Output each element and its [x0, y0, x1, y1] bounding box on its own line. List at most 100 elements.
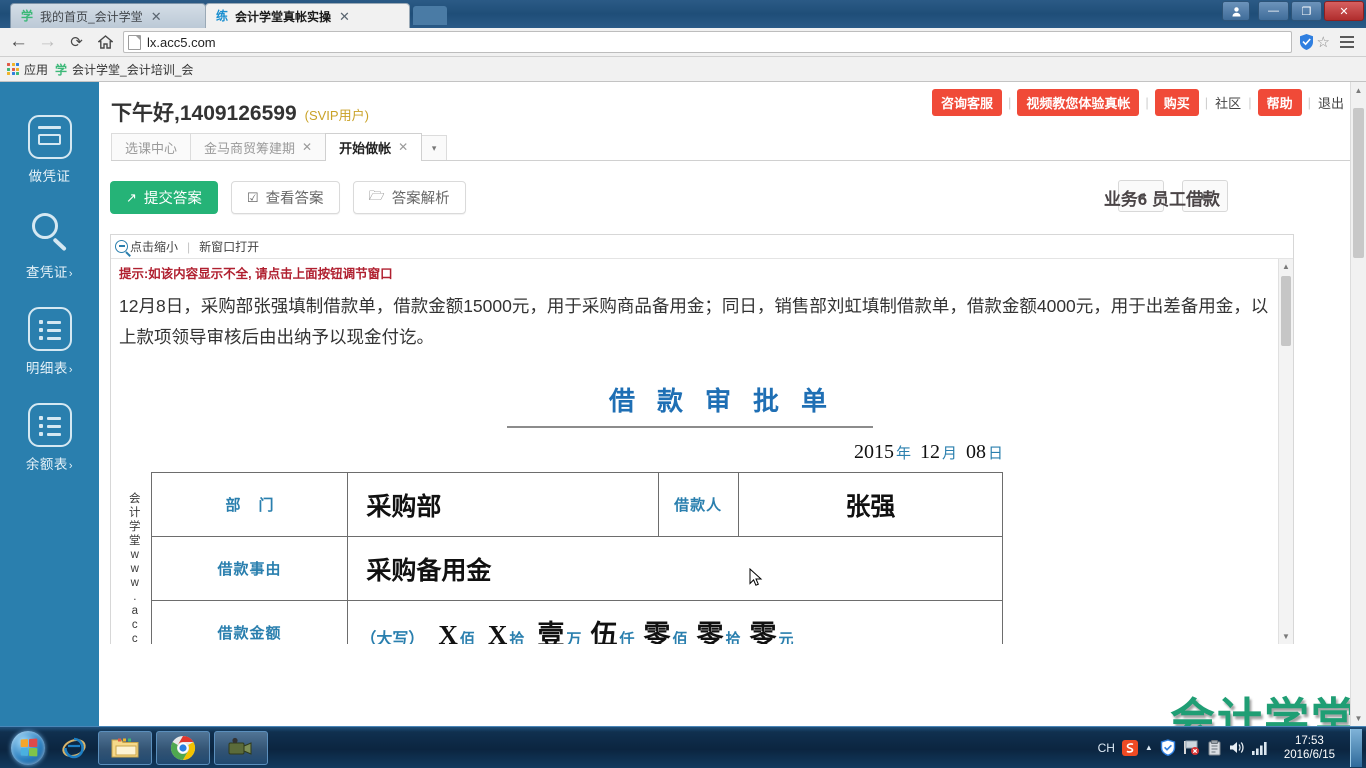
- capital-unit: 拾: [509, 632, 525, 644]
- borrower-label: 借款人: [657, 472, 739, 537]
- capital-digit: 零: [696, 620, 724, 644]
- folder-icon: 🗁: [368, 187, 385, 203]
- scroll-up-icon[interactable]: ▲: [1279, 259, 1293, 274]
- system-tray: CH ▲ 17:53 2016/6/15: [1098, 728, 1366, 767]
- tab-jinma-company[interactable]: 金马商贸筹建期 ✕: [190, 133, 327, 160]
- browser-tab-2[interactable]: 练 会计学堂真帐实操 ✕: [205, 3, 410, 28]
- nav-separator: |: [1248, 95, 1252, 110]
- capital-digit: 伍: [590, 620, 618, 644]
- submit-answer-button[interactable]: ↗ 提交答案: [110, 181, 218, 214]
- profile-icon[interactable]: [1222, 1, 1250, 21]
- bookmarks-apps-label[interactable]: 应用: [24, 61, 48, 78]
- button-label: 提交答案: [143, 191, 202, 207]
- forward-icon[interactable]: →: [33, 28, 62, 57]
- tab-favicon-icon: 学: [20, 9, 33, 23]
- external-link-icon: ↗: [126, 189, 137, 205]
- borrower-value: 张强: [737, 472, 1004, 537]
- reload-icon[interactable]: ⟳: [62, 28, 91, 57]
- network-icon[interactable]: [1183, 740, 1200, 755]
- frame-scrollbar[interactable]: ▲ ▼: [1278, 259, 1293, 644]
- window-controls: — ❐ ✕: [1222, 1, 1364, 21]
- address-bar[interactable]: lx.acc5.com: [123, 31, 1292, 53]
- sidebar-item-label: 做凭证: [28, 169, 71, 184]
- screen: 学 我的首页_会计学堂 ✕ 练 会计学堂真帐实操 ✕ — ❐ ✕ ← → ⟳ l…: [0, 0, 1366, 768]
- page-scroll-up-icon[interactable]: ▲: [1351, 82, 1366, 98]
- capital-digit: 零: [643, 620, 671, 644]
- answer-toolbar: ↗ 提交答案 ☑ 查看答案 🗁 答案解析: [110, 181, 466, 214]
- exercise-document: 12月8日，采购部张强填制借款单，借款金额15000元，用于采购商品备用金；同日…: [111, 285, 1293, 644]
- tab-close-icon[interactable]: ✕: [339, 10, 350, 23]
- tab-course-center[interactable]: 选课中心: [111, 133, 192, 160]
- zoom-out-icon[interactable]: [115, 240, 128, 253]
- tab-start-bookkeeping[interactable]: 开始做帐 ✕: [325, 133, 423, 161]
- nav-help[interactable]: 帮助: [1257, 89, 1302, 116]
- page-scroll-down-icon[interactable]: ▼: [1351, 710, 1366, 726]
- shield-icon[interactable]: [1298, 33, 1315, 51]
- loan-approval-form: 借款审批单 2015 年 12 月 08 日 会计学堂www.acc 部门 采购…: [119, 381, 1279, 644]
- taskbar-clock[interactable]: 17:53 2016/6/15: [1276, 734, 1343, 762]
- answer-analysis-button[interactable]: 🗁 答案解析: [352, 181, 466, 214]
- taskbar-camera-recorder[interactable]: [214, 730, 268, 765]
- home-icon[interactable]: [91, 28, 120, 57]
- bookmark-item-1[interactable]: 学 会计学堂_会计培训_会: [48, 59, 200, 79]
- sidebar-item-label: 明细表›: [25, 361, 74, 376]
- page-scrollbar[interactable]: ▲ ▼: [1350, 82, 1366, 726]
- tab-close-icon[interactable]: ✕: [151, 10, 162, 23]
- volume-icon[interactable]: [1229, 740, 1245, 755]
- exercise-content-frame: 点击缩小 | 新窗口打开 提示:如该内容显示不全, 请点击上面按钮调节窗口 12…: [110, 234, 1294, 644]
- sogou-input-icon[interactable]: [1121, 739, 1138, 756]
- back-icon[interactable]: ←: [4, 28, 33, 57]
- tabs-overflow-caret-icon[interactable]: ▾: [421, 135, 448, 160]
- bookmark-favicon-icon: 学: [55, 62, 68, 77]
- search-icon: [28, 211, 72, 255]
- ime-indicator[interactable]: CH: [1098, 741, 1115, 755]
- apps-grid-icon[interactable]: [7, 63, 19, 75]
- table-row: 会计学堂www.acc 部门 采购部 借款人 张强: [119, 472, 1004, 644]
- tab-close-icon[interactable]: ✕: [398, 140, 408, 154]
- sidebar-item-balance-table[interactable]: 余额表›: [0, 403, 99, 473]
- nav-video-experience[interactable]: 视频教您体验真帐: [1017, 89, 1140, 116]
- frame-toolbar: 点击缩小 | 新窗口打开: [111, 235, 1293, 259]
- shield-icon[interactable]: [1160, 739, 1176, 756]
- zoom-out-link[interactable]: 点击缩小: [130, 238, 178, 255]
- taskbar-google-chrome[interactable]: [156, 730, 210, 765]
- sidebar-item-detail-table[interactable]: 明细表›: [0, 307, 99, 377]
- minimize-button[interactable]: —: [1258, 1, 1289, 21]
- nav-logout[interactable]: 退出: [1311, 93, 1351, 112]
- tab-label: 开始做帐: [339, 140, 392, 156]
- browser-tab-1[interactable]: 学 我的首页_会计学堂 ✕: [10, 3, 206, 28]
- open-new-window-link[interactable]: 新窗口打开: [199, 238, 259, 255]
- bookmark-star-icon[interactable]: ☆: [1317, 33, 1330, 51]
- windows-taskbar: CH ▲ 17:53 2016/6/15: [0, 726, 1366, 768]
- page-scroll-thumb[interactable]: [1353, 108, 1364, 258]
- maximize-button[interactable]: ❐: [1291, 1, 1322, 21]
- form-title-rule: [507, 426, 873, 428]
- checkbox-icon: ☑: [246, 189, 259, 205]
- tab-label: 选课中心: [125, 140, 178, 156]
- reason-label: 借款事由: [150, 536, 349, 601]
- tray-overflow-icon[interactable]: ▲: [1145, 743, 1153, 752]
- nav-consult-service[interactable]: 咨询客服: [931, 89, 1002, 116]
- scroll-thumb[interactable]: [1281, 276, 1291, 346]
- chrome-menu-icon[interactable]: [1336, 36, 1358, 48]
- taskbar-file-explorer[interactable]: [98, 730, 152, 765]
- browser-tab-bar: 学 我的首页_会计学堂 ✕ 练 会计学堂真帐实操 ✕ — ❐ ✕: [0, 0, 1366, 28]
- sidebar-item-view-voucher[interactable]: 查凭证›: [0, 211, 99, 281]
- clipboard-icon[interactable]: [1207, 739, 1222, 756]
- date-year-unit: 年: [895, 446, 911, 462]
- form-title: 借款审批单: [608, 386, 849, 416]
- new-tab-button[interactable]: [413, 6, 447, 25]
- scroll-down-icon[interactable]: ▼: [1279, 629, 1293, 644]
- nav-community[interactable]: 社区: [1208, 93, 1248, 112]
- start-button[interactable]: [2, 729, 54, 767]
- capital-unit: 仟: [619, 632, 635, 644]
- taskbar-internet-explorer[interactable]: [54, 735, 94, 761]
- show-desktop-button[interactable]: [1350, 728, 1362, 767]
- view-answer-button[interactable]: ☑ 查看答案: [230, 181, 340, 214]
- close-button[interactable]: ✕: [1324, 1, 1364, 21]
- sidebar-item-make-voucher[interactable]: 做凭证: [0, 115, 99, 185]
- signal-icon[interactable]: [1251, 741, 1269, 755]
- greeting-text: 下午好,1409126599: [111, 102, 297, 125]
- tab-close-icon[interactable]: ✕: [302, 140, 312, 154]
- nav-buy[interactable]: 购买: [1154, 89, 1199, 116]
